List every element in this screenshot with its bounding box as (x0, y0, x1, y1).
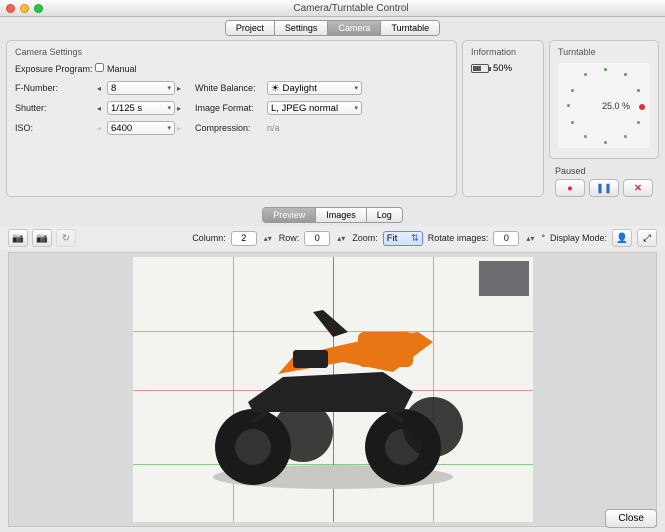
turntable-view: 25.0 % (558, 63, 650, 148)
stop-button[interactable]: ✕ (623, 179, 653, 197)
iso-label: ISO: (15, 123, 95, 133)
camera-alt-button[interactable]: 📷 (32, 229, 52, 247)
stepper-icon[interactable]: ▴▾ (335, 234, 347, 243)
iso-value: 6400 (111, 123, 132, 134)
camera-settings-title: Camera Settings (15, 47, 448, 57)
battery-value: 50% (493, 63, 512, 74)
shutter-select[interactable]: 1/125 s ▾ (107, 101, 175, 115)
record-icon: ● (567, 183, 573, 194)
tab-turntable[interactable]: Turntable (381, 21, 439, 35)
person-icon: 👤 (616, 233, 628, 244)
shutter-prev-icon[interactable]: ◂ (95, 104, 107, 113)
turntable-title: Turntable (558, 47, 650, 57)
preview-photo[interactable] (133, 257, 533, 522)
tab-settings[interactable]: Settings (275, 21, 329, 35)
compression-value: n/a (267, 123, 367, 133)
camera-icon: 📷 (12, 233, 24, 244)
window-controls (6, 4, 43, 13)
display-mode-label: Display Mode: (550, 233, 607, 243)
display-mode-button[interactable]: 👤 (612, 229, 632, 247)
shutter-label: Shutter: (15, 103, 95, 113)
stepper-icon[interactable]: ▴▾ (524, 234, 536, 243)
column-input[interactable] (231, 231, 257, 246)
chevron-updown-icon: ⇅ (411, 233, 419, 244)
preview-area (8, 252, 657, 527)
rotate-input[interactable] (493, 231, 519, 246)
iso-next-icon[interactable]: ▸ (175, 124, 195, 133)
top-tabs: Project Settings Camera Turntable (0, 20, 665, 36)
white-balance-value: Daylight (283, 83, 317, 94)
f-number-prev-icon[interactable]: ◂ (95, 84, 107, 93)
chevron-down-icon: ▾ (354, 104, 358, 112)
pause-button[interactable]: ❚❚ (589, 179, 619, 197)
white-balance-label: White Balance: (195, 83, 267, 93)
pause-icon: ❚❚ (596, 183, 612, 194)
expand-icon: ⤢ (643, 233, 651, 244)
camera-alt-icon: 📷 (36, 233, 48, 244)
information-title: Information (471, 47, 535, 57)
exposure-program-value: Manual (107, 64, 175, 74)
close-button[interactable]: Close (605, 509, 657, 528)
white-balance-select[interactable]: ☀Daylight▾ (267, 81, 362, 95)
preview-toolbar: 📷 📷 ↻ Column: ▴▾ Row: ▴▾ Zoom: Fit ⇅ Rota… (0, 226, 665, 250)
chevron-down-icon: ▾ (167, 124, 171, 132)
minimize-window-icon[interactable] (20, 4, 29, 13)
tab-camera[interactable]: Camera (328, 21, 381, 35)
chevron-down-icon: ▾ (354, 84, 358, 92)
f-number-select[interactable]: 8▾ (107, 81, 175, 95)
titlebar: Camera/Turntable Control (0, 0, 665, 17)
zoom-value: Fit (387, 233, 398, 244)
turntable-group: Turntable 25.0 % (549, 40, 659, 159)
zoom-window-icon[interactable] (34, 4, 43, 13)
shutter-next-icon[interactable]: ▸ (175, 104, 195, 113)
battery-icon (471, 64, 489, 73)
rotate-label: Rotate images: (428, 233, 489, 243)
footer: Close (605, 509, 657, 528)
image-format-label: Image Format: (195, 103, 267, 113)
exposure-program-label: Exposure Program: (15, 64, 95, 74)
chevron-down-icon: ▾ (167, 84, 171, 92)
zoom-select[interactable]: Fit ⇅ (383, 231, 423, 246)
stop-icon: ✕ (634, 183, 642, 194)
close-window-icon[interactable] (6, 4, 15, 13)
exposure-program-checkbox[interactable] (95, 63, 104, 72)
row-input[interactable] (304, 231, 330, 246)
chevron-down-icon: ▾ (167, 104, 171, 112)
tab-images[interactable]: Images (316, 208, 367, 222)
record-button[interactable]: ● (555, 179, 585, 197)
tab-project[interactable]: Project (226, 21, 275, 35)
iso-prev-icon[interactable]: ◂ (95, 124, 107, 133)
sync-button[interactable]: ↻ (56, 229, 76, 247)
f-number-next-icon[interactable]: ▸ (175, 84, 195, 93)
image-format-value: L, JPEG normal (271, 103, 338, 114)
shutter-value: 1/125 s (111, 103, 142, 114)
sync-icon: ↻ (62, 233, 70, 244)
zoom-label: Zoom: (352, 233, 378, 243)
preview-overlay (479, 261, 529, 296)
camera-button[interactable]: 📷 (8, 229, 28, 247)
iso-select[interactable]: 6400 ▾ (107, 121, 175, 135)
rotate-unit: ° (541, 233, 545, 243)
compression-label: Compression: (195, 123, 267, 133)
f-number-value: 8 (111, 83, 116, 94)
stepper-icon[interactable]: ▴▾ (262, 234, 274, 243)
tab-preview[interactable]: Preview (263, 208, 316, 222)
expand-button[interactable]: ⤢ (637, 229, 657, 247)
vehicle-illustration (183, 302, 483, 502)
row-label: Row: (279, 233, 300, 243)
f-number-label: F-Number: (15, 83, 95, 93)
camera-settings-group: Camera Settings Exposure Program: Manual… (6, 40, 457, 197)
image-format-select[interactable]: L, JPEG normal ▾ (267, 101, 362, 115)
tab-log[interactable]: Log (367, 208, 402, 222)
information-group: Information 50% (462, 40, 544, 197)
column-label: Column: (192, 233, 226, 243)
turntable-status: Paused (555, 166, 653, 176)
window-title: Camera/Turntable Control (43, 3, 659, 14)
mid-tabs: Preview Images Log (0, 207, 665, 223)
turntable-percent: 25.0 % (602, 101, 630, 111)
